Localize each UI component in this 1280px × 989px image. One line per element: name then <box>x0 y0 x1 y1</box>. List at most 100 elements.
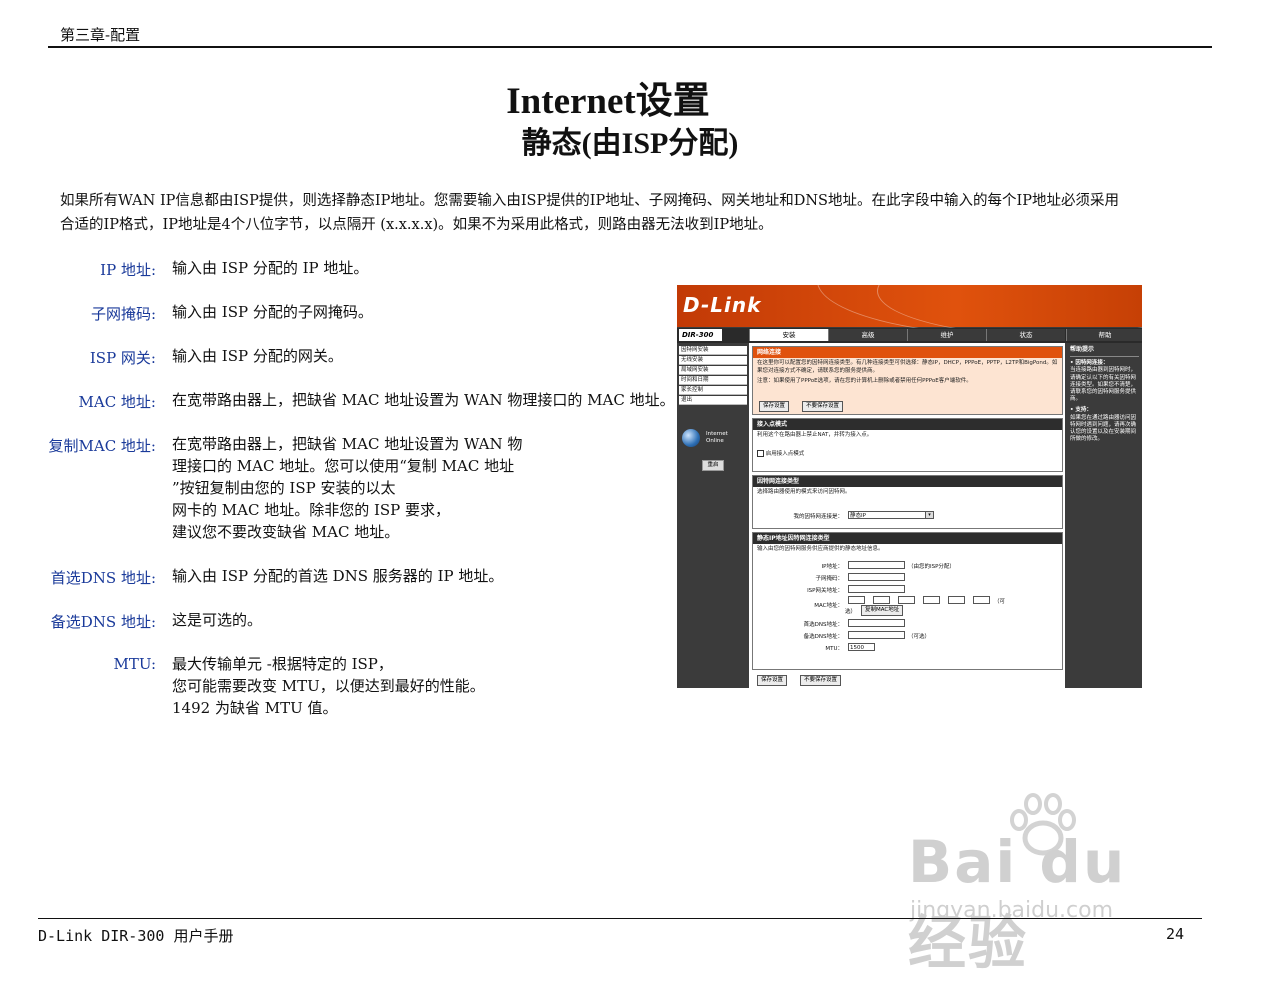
def-label-mac: MAC 地址: <box>78 393 157 411</box>
page-title: Internet设置 <box>506 81 710 122</box>
page-subtitle: 静态(由ISP分配) <box>521 127 739 160</box>
def-line: 输入由 ISP 分配的 IP 地址。 <box>172 259 369 277</box>
tab-maintenance[interactable]: 维护 <box>907 329 986 341</box>
connection-type-select[interactable]: 静态IP ▾ <box>848 511 934 519</box>
def-text-dns2: 这是可选的。 <box>172 609 262 631</box>
nav-parental-control[interactable]: 家长控制 <box>679 386 747 395</box>
secondary-dns-label: 备选DNS地址： <box>803 634 843 640</box>
def-line: 这是可选的。 <box>172 611 263 629</box>
nav-internet-setup[interactable]: 因特网安装 <box>679 346 747 355</box>
def-line: ”按钮复制由您的 ISP 安装的以太 <box>172 479 396 497</box>
def-line: 理接口的 MAC 地址。您可以使用“复制 MAC 地址 <box>172 457 515 475</box>
footer-rule <box>38 918 1202 919</box>
def-text-clone-mac: 在宽带路由器上，把缺省 MAC 地址设置为 WAN 物 理接口的 MAC 地址。… <box>172 433 522 543</box>
mac-octet-input[interactable] <box>973 596 990 604</box>
def-label-gateway: ISP 网关: <box>89 349 156 367</box>
section-title: 网络连接 <box>753 347 1062 358</box>
section-network-connection: 网络连接 在这里你可以配置您的因特网连接类型。有几种连接类型可供选择：静态IP，… <box>752 346 1063 415</box>
def-line: 1492 为缺省 MTU 值。 <box>172 699 338 717</box>
help-text: 当连接路由器到因特网时，请确定认以下的有关因特网连接类型。如果您不清楚，请联系您… <box>1070 367 1137 403</box>
connection-type-label: 我的因特网连接是： <box>793 514 843 520</box>
gateway-label: ISP网关地址： <box>807 588 843 594</box>
header-rule <box>48 46 1212 48</box>
def-line: 建议您不要改变缺省 MAC 地址。 <box>172 523 400 541</box>
primary-dns-label: 首选DNS地址： <box>803 622 843 628</box>
ip-address-input[interactable] <box>848 561 905 569</box>
nav-wireless-setup[interactable]: 无线安装 <box>679 356 747 365</box>
def-label-dns2: 备选DNS 地址: <box>50 613 156 631</box>
tab-advanced[interactable]: 高级 <box>828 329 907 341</box>
section-note: 注意：如果使用了PPPoE选项，请在您的计算机上删除或者禁用任何PPPoE客户端… <box>757 378 972 384</box>
ip-address-note: （由您的ISP分配） <box>908 564 955 570</box>
nav-logout[interactable]: 退出 <box>679 396 747 405</box>
bottom-dont-save-button[interactable]: 不要保存设置 <box>800 675 842 686</box>
clone-mac-button[interactable]: 复制MAC地址 <box>861 605 904 616</box>
mtu-input[interactable]: 1500 <box>848 643 875 651</box>
section-text: 输入由您的因特网服务供应商提供的静态地址信息。 <box>757 546 884 552</box>
section-title: 因特网连接类型 <box>753 476 1062 487</box>
subnet-mask-input[interactable] <box>848 573 905 581</box>
save-settings-button[interactable]: 保存设置 <box>759 401 790 412</box>
subnet-mask-label: 子网掩码： <box>815 576 843 582</box>
help-bullet: • 支持： <box>1070 407 1092 414</box>
primary-dns-input[interactable] <box>848 619 905 627</box>
def-line: 在宽带路由器上，把缺省 MAC 地址设置为 WAN 物理接口的 MAC 地址。 <box>172 391 675 409</box>
tab-setup[interactable]: 安装 <box>749 329 828 341</box>
intro-line: 如果所有WAN IP信息都由ISP提供，则选择静态IP地址。您需要输入由ISP提… <box>60 193 1119 209</box>
bottom-save-button[interactable]: 保存设置 <box>757 675 788 686</box>
internet-globe-icon <box>682 429 700 447</box>
def-line: 输入由 ISP 分配的网关。 <box>172 347 343 365</box>
router-sidebar: 因特网安装 无线安装 局域网安装 时间和日期 家长控制 退出 Internet … <box>677 343 749 688</box>
help-title: 帮助提示 <box>1070 346 1095 353</box>
section-body: 输入由您的因特网服务供应商提供的静态地址信息。 <box>753 544 1062 556</box>
section-body: 利用这个在路由器上禁止NAT，并转为接入点。 启用接入点模式 <box>753 430 1062 460</box>
def-label-clone-mac: 复制MAC 地址: <box>48 437 157 455</box>
def-label-ip: IP 地址: <box>100 261 156 279</box>
ip-address-label: IP地址： <box>821 564 843 570</box>
dont-save-button[interactable]: 不要保存设置 <box>802 401 844 412</box>
ap-mode-row: 启用接入点模式 <box>757 449 1058 459</box>
dlink-logo: D-Link <box>683 293 762 317</box>
def-text-subnet: 输入由 ISP 分配的子网掩码。 <box>172 301 373 323</box>
mac-octet-input[interactable] <box>948 596 965 604</box>
section-text: 选择路由器使用的模式来访问因特网。 <box>757 489 851 495</box>
tab-status[interactable]: 状态 <box>986 329 1065 341</box>
secondary-dns-input[interactable] <box>848 631 905 639</box>
def-label-dns1: 首选DNS 地址: <box>50 569 156 587</box>
def-text-gateway: 输入由 ISP 分配的网关。 <box>172 345 343 367</box>
def-line: 输入由 ISP 分配的首选 DNS 服务器的 IP 地址。 <box>172 567 504 585</box>
def-text-dns1: 输入由 ISP 分配的首选 DNS 服务器的 IP 地址。 <box>172 565 503 587</box>
section-text: 利用这个在路由器上禁止NAT，并转为接入点。 <box>757 432 873 438</box>
ap-mode-label: 启用接入点模式 <box>765 450 805 457</box>
section-body: 选择路由器使用的模式来访问因特网。 <box>753 487 1062 499</box>
section-connection-type: 因特网连接类型 选择路由器使用的模式来访问因特网。 我的因特网连接是： 静态IP… <box>752 475 1063 529</box>
mtu-label: MTU： <box>825 646 843 652</box>
def-line: 最大传输单元 -根据特定的 ISP， <box>172 655 393 673</box>
mac-octet-input[interactable] <box>898 596 915 604</box>
mac-address-label: MAC地址： <box>814 603 843 609</box>
reboot-button[interactable]: 重启 <box>702 460 724 471</box>
def-label-mtu: MTU: <box>113 655 156 673</box>
nav-time-date[interactable]: 时间和日期 <box>679 376 747 385</box>
nav-lan-setup[interactable]: 局域网安装 <box>679 366 747 375</box>
intro-line: 合适的IP格式，IP地址是4个八位字节，以点隔开 (x.x.x.x)。如果不为采… <box>60 217 773 233</box>
router-screenshot: D-Link DIR-300 安装 高级 维护 状态 帮助 因特网安装 无线安装… <box>677 285 1142 688</box>
help-text: 如果您在通过路由器访问因特网时遇到问题，请再次确认您的设置以及在安装期间所做的修… <box>1070 414 1137 443</box>
mac-octet-input[interactable] <box>848 596 865 604</box>
section-body: 在这里你可以配置您的因特网连接类型。有几种连接类型可供选择：静态IP，DHCP，… <box>753 358 1062 414</box>
gateway-input[interactable] <box>848 585 905 593</box>
watermark-url: jingyan.baidu.com <box>910 898 1114 923</box>
mac-octet-input[interactable] <box>923 596 940 604</box>
def-text-ip: 输入由 ISP 分配的 IP 地址。 <box>172 257 368 279</box>
mac-optional-note-cont: 选） <box>845 609 857 615</box>
secondary-dns-note: （可选） <box>908 634 931 640</box>
help-column: 帮助提示 • 因特网连接： 当连接路由器到因特网时，请确定认以下的有关因特网连接… <box>1067 343 1142 688</box>
tab-help[interactable]: 帮助 <box>1066 329 1142 341</box>
ap-mode-checkbox[interactable] <box>757 449 764 457</box>
connection-type-value: 静态IP <box>850 513 866 519</box>
mac-octet-input[interactable] <box>873 596 890 604</box>
intro-paragraph: 如果所有WAN IP信息都由ISP提供，则选择静态IP地址。您需要输入由ISP提… <box>60 189 1260 237</box>
router-banner: D-Link <box>677 285 1142 337</box>
def-line: 您可能需要改变 MTU，以便达到最好的性能。 <box>172 677 485 695</box>
chevron-down-icon: ▾ <box>925 512 933 518</box>
